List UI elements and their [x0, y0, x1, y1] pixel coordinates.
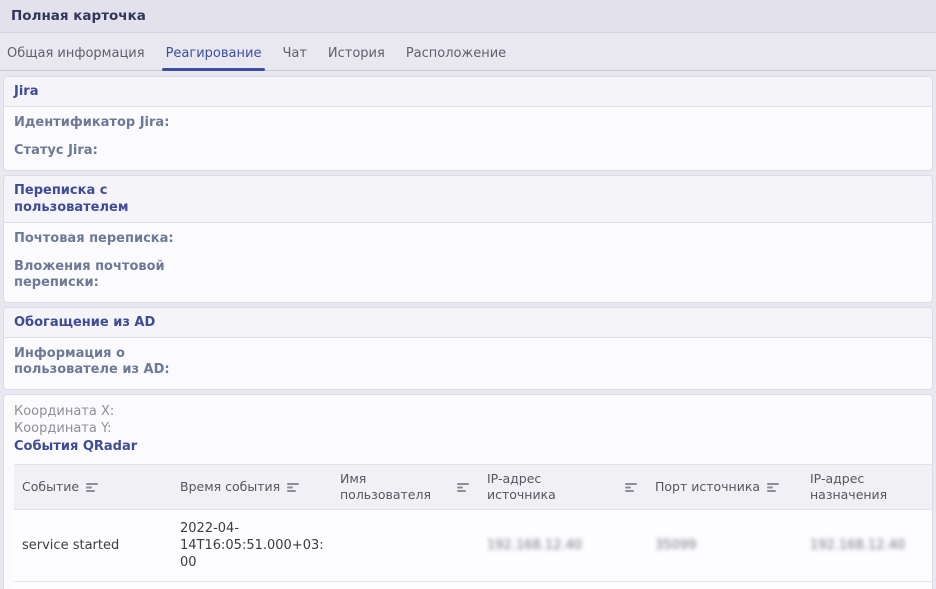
cell-event: service started [14, 582, 172, 589]
column-label: Событие [22, 479, 79, 495]
column-label: Время события [180, 479, 280, 495]
cell-source-ip: 192.168.13.40 [479, 582, 647, 589]
section-title-ad: Обогащение из AD [4, 308, 932, 338]
field-label: Статус Jira: [14, 143, 192, 159]
qradar-events-table-wrap: Событие Время события [14, 464, 922, 589]
cell-event: service started [14, 510, 172, 582]
sort-filter-icon[interactable] [767, 481, 781, 493]
cell-source-port: 38138 [647, 582, 802, 589]
field-mail-correspondence: Почтовая переписка: [14, 231, 922, 247]
field-mail-attachments: Вложения почтовой переписки: [14, 259, 922, 291]
tab-response[interactable]: Реагирование [160, 36, 268, 70]
cell-source-ip: 192.168.12.40 [479, 510, 647, 582]
sort-filter-icon[interactable] [287, 481, 301, 493]
card-content: Jira Идентификатор Jira: Статус Jira: Пе… [0, 71, 936, 589]
section-title-text: Обогащение из AD [14, 314, 155, 331]
column-header-event[interactable]: Событие [14, 465, 172, 510]
section-jira-body: Идентификатор Jira: Статус Jira: [4, 107, 932, 170]
section-user-correspondence: Переписка с пользователем Почтовая переп… [3, 175, 933, 303]
cell-destination-ip: 192.168.12.40 [802, 510, 933, 582]
field-label: Почтовая переписка: [14, 231, 192, 247]
sort-filter-icon[interactable] [625, 481, 639, 493]
column-header-destination-ip[interactable]: IP-адрес назначения [802, 465, 933, 510]
section-qradar-body: Координата X: Координата Y: События QRad… [4, 395, 932, 589]
section-title-jira: Jira [4, 77, 932, 107]
column-label: IP-адрес назначения [810, 471, 910, 503]
tab-bar: Общая информация Реагирование Чат Истори… [0, 33, 936, 71]
page-title: Полная карточка [11, 8, 146, 24]
column-label: Порт источника [655, 479, 760, 495]
column-header-source-ip[interactable]: IP-адрес источника [479, 465, 647, 510]
redacted-value: 192.168.12.40 [487, 538, 582, 553]
sort-filter-icon[interactable] [86, 481, 100, 493]
table-row[interactable]: service started 2022-04-14T16:05:56.000+… [14, 582, 933, 589]
qradar-events-table: Событие Время события [14, 464, 933, 589]
section-qradar: Координата X: Координата Y: События QRad… [3, 394, 933, 589]
tab-chat[interactable]: Чат [276, 36, 312, 70]
section-ad-enrichment: Обогащение из AD Информация о пользовате… [3, 307, 933, 390]
table-header-row: Событие Время события [14, 465, 933, 510]
cell-username [332, 510, 479, 582]
table-row[interactable]: service started 2022-04-14T16:05:51.000+… [14, 510, 933, 582]
section-title-correspondence: Переписка с пользователем [4, 176, 932, 223]
tab-history[interactable]: История [322, 36, 391, 70]
section-title-text: Переписка с пользователем [14, 182, 214, 216]
section-jira: Jira Идентификатор Jira: Статус Jira: [3, 76, 933, 171]
sort-filter-icon[interactable] [457, 481, 471, 493]
cell-event-time: 2022-04-14T16:05:56.000+03:00 [172, 582, 332, 589]
field-label: Информация о пользователе из AD: [14, 346, 192, 378]
qradar-events-title: События QRadar [14, 438, 922, 455]
redacted-value: 192.168.12.40 [810, 538, 905, 553]
tab-location[interactable]: Расположение [400, 36, 512, 70]
cell-destination-ip: 192.168.13.40 [802, 582, 933, 589]
redacted-value: 35099 [655, 538, 696, 553]
column-header-source-port[interactable]: Порт источника [647, 465, 802, 510]
section-ad-body: Информация о пользователе из AD: [4, 338, 932, 389]
field-label: Идентификатор Jira: [14, 115, 192, 131]
field-jira-status: Статус Jira: [14, 143, 922, 159]
field-jira-id: Идентификатор Jira: [14, 115, 922, 131]
field-coordinate-x: Координата X: [14, 403, 922, 420]
tab-general-info[interactable]: Общая информация [1, 36, 151, 70]
cell-source-port: 35099 [647, 510, 802, 582]
section-title-text: Jira [14, 83, 38, 100]
title-bar: Полная карточка [0, 0, 936, 33]
field-label: Вложения почтовой переписки: [14, 259, 192, 291]
field-coordinate-y: Координата Y: [14, 420, 922, 437]
column-header-username[interactable]: Имя пользователя [332, 465, 479, 510]
column-label: IP-адрес источника [487, 471, 583, 503]
field-ad-user-info: Информация о пользователе из AD: [14, 346, 922, 378]
column-header-event-time[interactable]: Время события [172, 465, 332, 510]
section-correspondence-body: Почтовая переписка: Вложения почтовой пе… [4, 223, 932, 302]
cell-event-time: 2022-04-14T16:05:51.000+03:00 [172, 510, 332, 582]
cell-username [332, 582, 479, 589]
column-label: Имя пользователя [340, 471, 450, 503]
